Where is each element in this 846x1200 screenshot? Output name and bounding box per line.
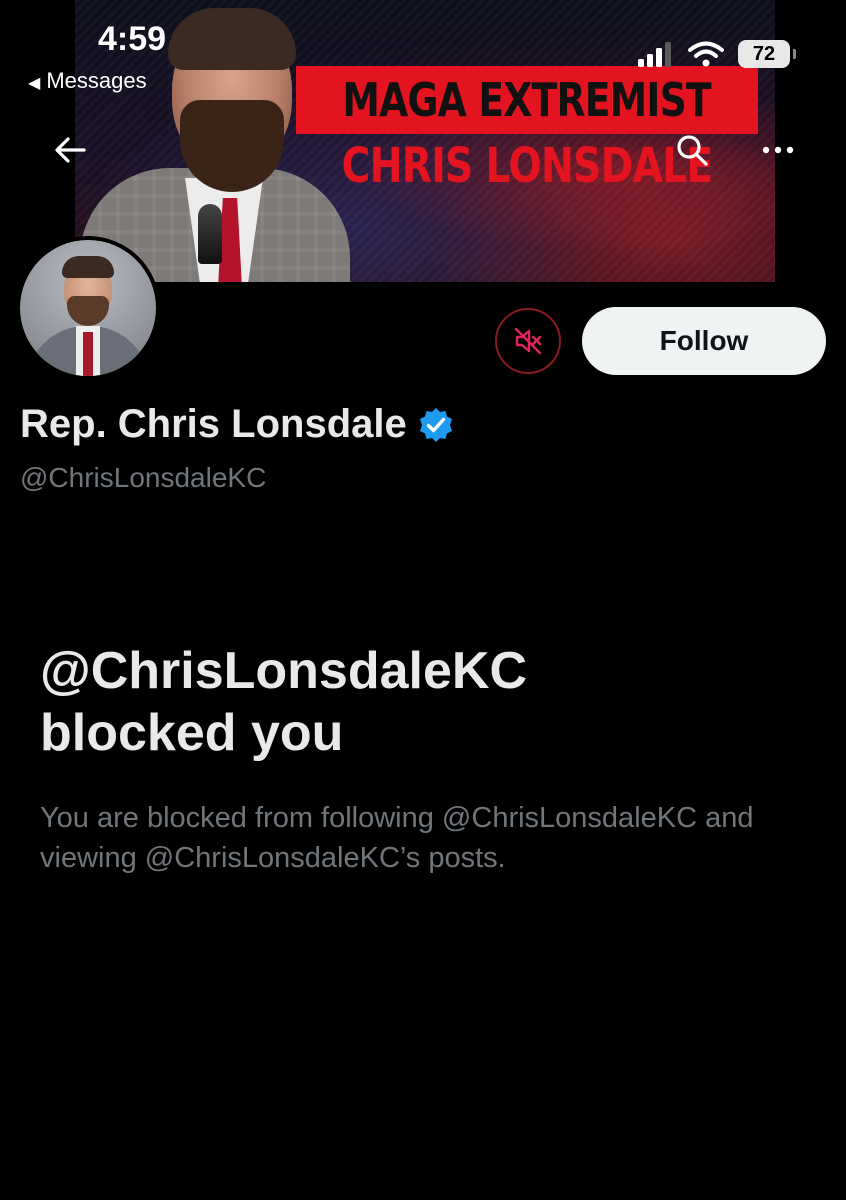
blocked-title-line1: @ChrisLonsdaleKC	[40, 642, 527, 700]
search-button[interactable]	[664, 122, 720, 178]
back-app-label: Messages	[46, 68, 147, 93]
search-icon	[677, 135, 708, 166]
unmute-button[interactable]	[495, 308, 561, 374]
profile-display-name: Rep. Chris Lonsdale	[20, 402, 407, 446]
verified-badge-icon	[419, 407, 452, 442]
blocked-title-line2: blocked you	[40, 704, 344, 762]
follow-button[interactable]: Follow	[582, 307, 826, 375]
profile-handle: @ChrisLonsdaleKC	[20, 462, 267, 493]
blocked-title: @ChrisLonsdaleKC blocked you	[40, 640, 820, 764]
status-indicators: 72	[638, 40, 796, 68]
speaker-muted-icon	[514, 327, 542, 355]
avatar[interactable]	[16, 236, 160, 380]
back-to-app-link[interactable]: ◀ Messages	[28, 68, 147, 94]
back-button[interactable]	[42, 122, 98, 178]
battery-icon: 72	[738, 40, 796, 68]
more-options-button[interactable]	[750, 122, 806, 178]
banner-headline-line1: MAGA EXTREMIST	[342, 73, 712, 127]
profile-screen: MAGA EXTREMIST CHRIS LONSDALE 4:59 ◀ Mess…	[0, 0, 846, 1200]
avatar-photo	[20, 240, 156, 376]
profile-display-name-row: Rep. Chris Lonsdale	[20, 402, 455, 447]
microphone-icon	[198, 204, 222, 264]
status-time: 4:59	[98, 20, 167, 58]
more-dots-icon	[762, 146, 794, 154]
back-triangle-icon: ◀	[28, 75, 41, 92]
signal-icon	[638, 42, 671, 67]
wifi-icon	[688, 41, 724, 67]
banner-headline-line2: CHRIS LONSDALE	[341, 138, 714, 194]
back-arrow-icon	[55, 137, 86, 163]
blocked-description: You are blocked from following @ChrisLon…	[40, 802, 754, 874]
